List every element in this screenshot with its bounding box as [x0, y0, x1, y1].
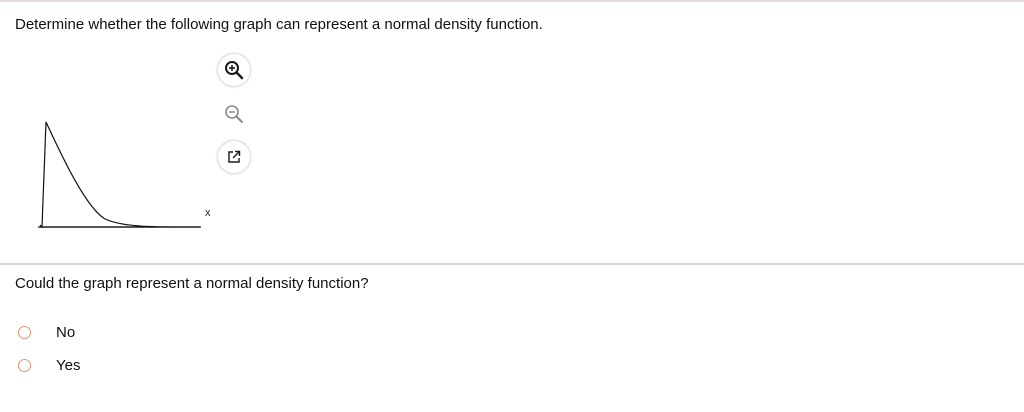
zoom-out-icon: [225, 105, 243, 123]
zoom-in-button[interactable]: [218, 54, 250, 86]
section-divider: [0, 263, 1024, 265]
zoom-in-icon: [225, 61, 244, 80]
option-no[interactable]: No: [18, 324, 75, 341]
open-in-new-window-button[interactable]: [218, 141, 250, 173]
sub-question-text: Could the graph represent a normal densi…: [15, 275, 369, 292]
density-graph: [38, 121, 201, 229]
option-yes[interactable]: Yes: [18, 357, 80, 374]
radio-button-yes[interactable]: [18, 359, 31, 372]
radio-button-no[interactable]: [18, 326, 31, 339]
density-curve: [39, 121, 201, 229]
external-link-icon: [228, 150, 241, 163]
question-text: Determine whether the following graph ca…: [15, 16, 543, 33]
top-divider: [0, 0, 1024, 2]
question-page: Determine whether the following graph ca…: [0, 0, 1024, 412]
option-label-no: No: [56, 324, 76, 341]
x-axis-label: x: [205, 207, 211, 219]
zoom-out-button[interactable]: [218, 98, 250, 130]
option-label-yes: Yes: [56, 357, 81, 374]
